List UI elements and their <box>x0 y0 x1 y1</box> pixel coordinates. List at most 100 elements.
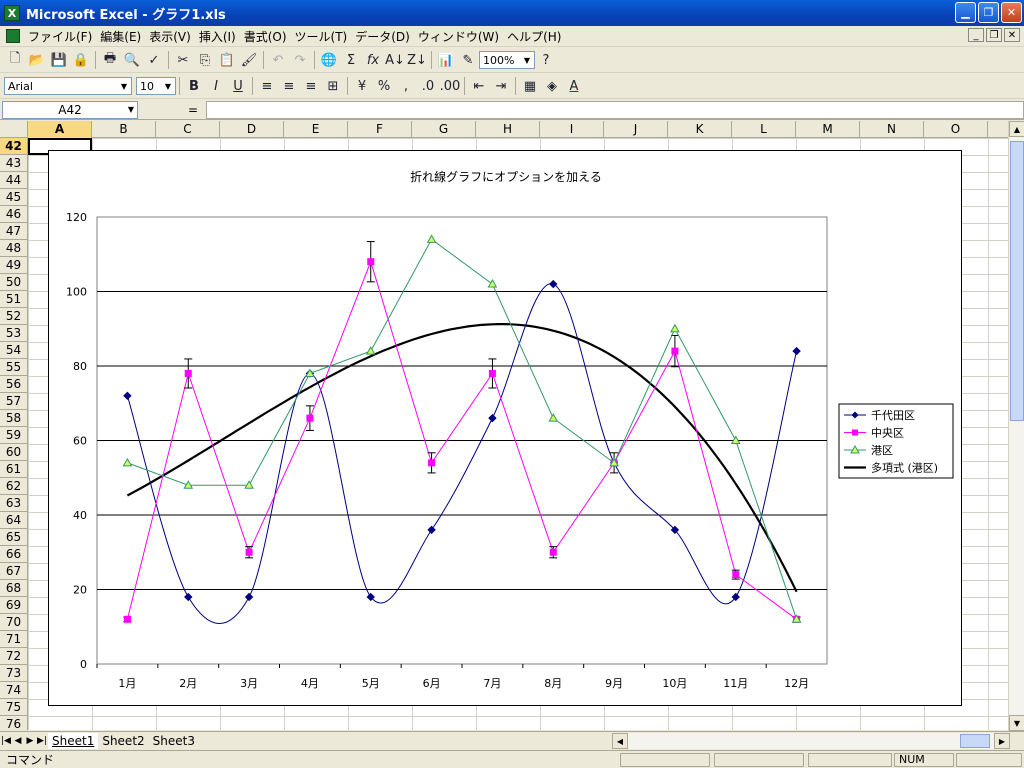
permission-icon[interactable]: 🔒 <box>70 49 92 71</box>
row-header-67[interactable]: 67 <box>0 563 28 580</box>
sheet-tab-2[interactable]: Sheet2 <box>98 733 148 749</box>
row-header-46[interactable]: 46 <box>0 206 28 223</box>
underline-icon[interactable]: U <box>227 75 249 97</box>
scroll-left-icon[interactable]: ◀ <box>612 733 628 749</box>
column-header-j[interactable]: J <box>604 121 668 138</box>
undo-icon[interactable]: ↶ <box>267 49 289 71</box>
menu-edit[interactable]: 編集(E) <box>96 28 145 45</box>
column-header-e[interactable]: E <box>284 121 348 138</box>
fill-color-icon[interactable]: ◈ <box>541 75 563 97</box>
row-header-56[interactable]: 56 <box>0 376 28 393</box>
last-sheet-icon[interactable]: ▶| <box>36 734 48 748</box>
print-icon[interactable]: 🖶 <box>99 49 121 71</box>
row-header-59[interactable]: 59 <box>0 427 28 444</box>
column-header-o[interactable]: O <box>924 121 988 138</box>
italic-icon[interactable]: I <box>205 75 227 97</box>
increase-decimal-icon[interactable]: .0 <box>417 75 439 97</box>
scroll-down-icon[interactable]: ▼ <box>1009 715 1024 731</box>
align-center-icon[interactable]: ≡ <box>278 75 300 97</box>
formula-input[interactable] <box>206 100 1024 119</box>
font-size-select[interactable]: 10 ▼ <box>136 77 176 95</box>
row-header-44[interactable]: 44 <box>0 172 28 189</box>
row-header-47[interactable]: 47 <box>0 223 28 240</box>
column-header-f[interactable]: F <box>348 121 412 138</box>
prev-sheet-icon[interactable]: ◀ <box>12 734 24 748</box>
new-icon[interactable]: 🗋 <box>4 49 26 71</box>
cut-icon[interactable]: ✂ <box>172 49 194 71</box>
row-header-71[interactable]: 71 <box>0 631 28 648</box>
font-select[interactable]: Arial ▼ <box>4 77 132 95</box>
row-header-48[interactable]: 48 <box>0 240 28 257</box>
row-header-42[interactable]: 42 <box>0 138 28 155</box>
zoom-select[interactable]: 100% ▼ <box>479 51 535 69</box>
line-chart[interactable]: 折れ線グラフにオプションを加える 0 20 40 60 80 100 120 1月 2月 3月 4月 5… <box>49 151 963 707</box>
sheet-tab-1[interactable]: Sheet1 <box>48 732 99 749</box>
excel-app-icon[interactable]: X <box>4 5 20 21</box>
column-header-d[interactable]: D <box>220 121 284 138</box>
horizontal-scroll-thumb[interactable] <box>960 734 990 748</box>
horizontal-scrollbar[interactable]: ◀ ▶ <box>612 733 1010 749</box>
chart-wizard-icon[interactable]: 📊 <box>435 49 457 71</box>
open-icon[interactable]: 📂 <box>26 49 48 71</box>
drawing-icon[interactable]: ✎ <box>457 49 479 71</box>
hyperlink-icon[interactable]: 🌐 <box>318 49 340 71</box>
chevron-down-icon[interactable]: ▼ <box>117 78 131 94</box>
chevron-down-icon[interactable]: ▼ <box>125 105 137 114</box>
autosum-icon[interactable]: Σ <box>340 49 362 71</box>
doc-close-button[interactable]: ✕ <box>1004 28 1020 42</box>
row-header-62[interactable]: 62 <box>0 478 28 495</box>
redo-icon[interactable]: ↷ <box>289 49 311 71</box>
row-header-72[interactable]: 72 <box>0 648 28 665</box>
scroll-right-icon[interactable]: ▶ <box>994 733 1010 749</box>
row-header-61[interactable]: 61 <box>0 461 28 478</box>
decrease-decimal-icon[interactable]: .00 <box>439 75 461 97</box>
row-header-50[interactable]: 50 <box>0 274 28 291</box>
decrease-indent-icon[interactable]: ⇤ <box>468 75 490 97</box>
chart-area[interactable]: 折れ線グラフにオプションを加える 0 20 40 60 80 100 120 1月 2月 3月 4月 5… <box>48 150 962 706</box>
row-header-63[interactable]: 63 <box>0 495 28 512</box>
name-box[interactable]: A42 ▼ <box>2 100 138 119</box>
column-header-i[interactable]: I <box>540 121 604 138</box>
doc-restore-button[interactable]: ❐ <box>986 28 1002 42</box>
row-header-52[interactable]: 52 <box>0 308 28 325</box>
column-header-l[interactable]: L <box>732 121 796 138</box>
sort-descending-icon[interactable]: Z↓ <box>406 49 428 71</box>
column-header-c[interactable]: C <box>156 121 220 138</box>
doc-minimize-button[interactable]: _ <box>968 28 984 42</box>
row-header-68[interactable]: 68 <box>0 580 28 597</box>
currency-icon[interactable]: ¥ <box>351 75 373 97</box>
vertical-scroll-thumb[interactable] <box>1010 141 1024 421</box>
insert-function-icon[interactable]: fx <box>362 49 384 71</box>
align-right-icon[interactable]: ≡ <box>300 75 322 97</box>
row-header-58[interactable]: 58 <box>0 410 28 427</box>
workbook-icon[interactable] <box>6 29 20 43</box>
close-button[interactable]: ✕ <box>1001 2 1022 23</box>
row-header-49[interactable]: 49 <box>0 257 28 274</box>
next-sheet-icon[interactable]: ▶ <box>24 734 36 748</box>
menu-help[interactable]: ヘルプ(H) <box>503 28 565 45</box>
sheet-tab-3[interactable]: Sheet3 <box>149 733 199 749</box>
column-header-m[interactable]: M <box>796 121 860 138</box>
row-header-65[interactable]: 65 <box>0 529 28 546</box>
row-header-45[interactable]: 45 <box>0 189 28 206</box>
first-sheet-icon[interactable]: |◀ <box>0 734 12 748</box>
menu-insert[interactable]: 挿入(I) <box>195 28 240 45</box>
align-left-icon[interactable]: ≡ <box>256 75 278 97</box>
paste-icon[interactable]: 📋 <box>216 49 238 71</box>
menu-tools[interactable]: ツール(T) <box>291 28 352 45</box>
row-header-74[interactable]: 74 <box>0 682 28 699</box>
row-header-43[interactable]: 43 <box>0 155 28 172</box>
select-all-corner[interactable] <box>0 121 28 138</box>
column-header-h[interactable]: H <box>476 121 540 138</box>
row-header-55[interactable]: 55 <box>0 359 28 376</box>
save-icon[interactable]: 💾 <box>48 49 70 71</box>
help-icon[interactable]: ? <box>535 49 557 71</box>
row-header-70[interactable]: 70 <box>0 614 28 631</box>
font-color-icon[interactable]: A <box>563 75 585 97</box>
row-header-51[interactable]: 51 <box>0 291 28 308</box>
menu-view[interactable]: 表示(V) <box>145 28 195 45</box>
menu-window[interactable]: ウィンドウ(W) <box>414 28 503 45</box>
format-painter-icon[interactable]: 🖌 <box>238 49 260 71</box>
chevron-down-icon[interactable]: ▼ <box>520 52 534 68</box>
row-header-64[interactable]: 64 <box>0 512 28 529</box>
